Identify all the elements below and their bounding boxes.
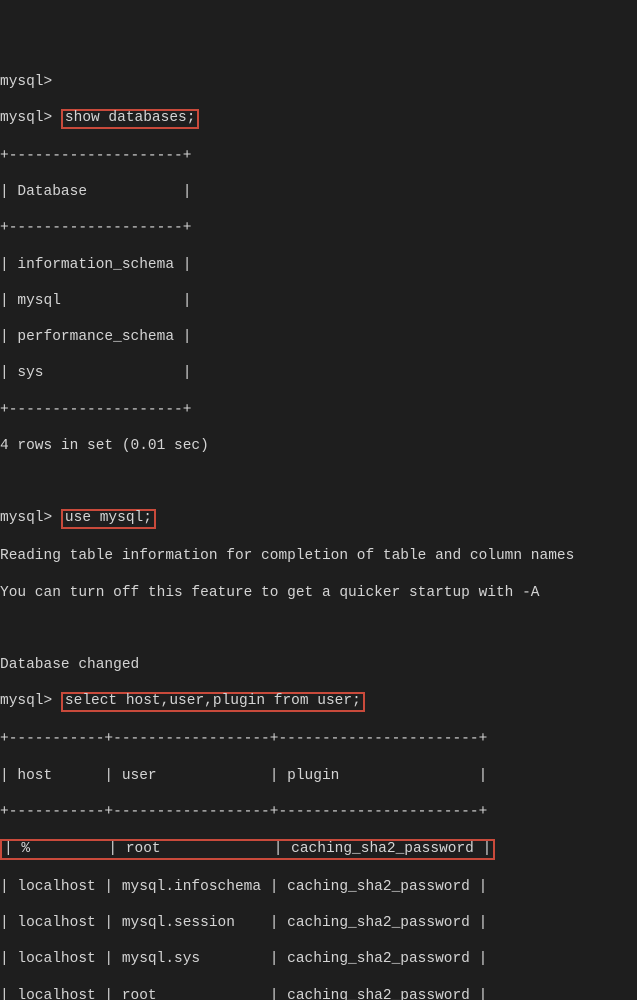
table-row: | localhost | root | caching_sha2_passwo…	[0, 987, 637, 1000]
prompt-line-3[interactable]: mysql> select host,user,plugin from user…	[0, 692, 637, 712]
highlight-use-mysql: use mysql;	[61, 509, 156, 529]
table-header: | host | user | plugin |	[0, 767, 637, 785]
table-border: +-----------+------------------+--------…	[0, 730, 637, 748]
blank-line	[0, 473, 637, 491]
highlight-select-user: select host,user,plugin from user;	[61, 692, 365, 712]
table-row: | information_schema |	[0, 256, 637, 274]
blank-line	[0, 620, 637, 638]
result-summary: 4 rows in set (0.01 sec)	[0, 437, 637, 455]
info-text: Reading table information for completion…	[0, 547, 637, 565]
highlight-show-databases: show databases;	[61, 109, 200, 129]
scroll-artifact: mysql>	[0, 73, 637, 91]
prompt-line-1[interactable]: mysql> show databases;	[0, 109, 637, 129]
status-text: Database changed	[0, 656, 637, 674]
table-row: | localhost | mysql.infoschema | caching…	[0, 878, 637, 896]
highlight-root-row: | % | root | caching_sha2_password |	[0, 839, 495, 860]
table-header: | Database |	[0, 183, 637, 201]
table-border: +--------------------+	[0, 147, 637, 165]
info-text: You can turn off this feature to get a q…	[0, 584, 637, 602]
prompt-text: mysql>	[0, 693, 61, 709]
table-row: | localhost | mysql.session | caching_sh…	[0, 914, 637, 932]
prompt-line-2[interactable]: mysql> use mysql;	[0, 509, 637, 529]
prompt-text: mysql>	[0, 110, 61, 126]
table-row: | performance_schema |	[0, 328, 637, 346]
table-row-highlighted: | % | root | caching_sha2_password |	[0, 839, 637, 860]
table-row: | sys |	[0, 364, 637, 382]
table-border: +--------------------+	[0, 401, 637, 419]
table-border: +--------------------+	[0, 219, 637, 237]
prompt-text: mysql>	[0, 510, 61, 526]
table-row: | mysql |	[0, 292, 637, 310]
table-border: +-----------+------------------+--------…	[0, 803, 637, 821]
table-row: | localhost | mysql.sys | caching_sha2_p…	[0, 950, 637, 968]
